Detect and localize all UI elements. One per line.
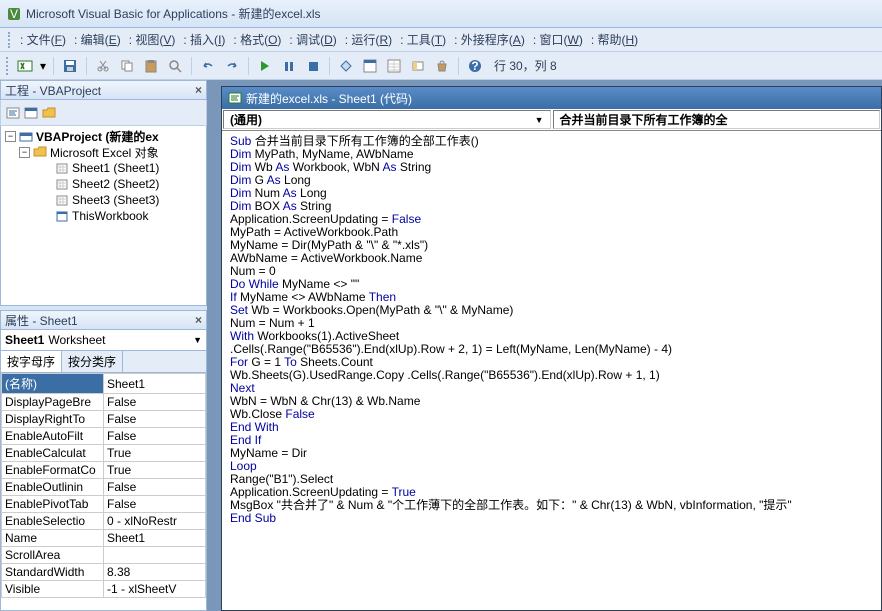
properties-icon[interactable] <box>383 55 405 77</box>
folder-icon[interactable] <box>41 105 57 121</box>
menu-t[interactable]: : 工具(T) <box>396 29 450 50</box>
property-row[interactable]: ScrollArea <box>2 547 206 564</box>
properties-pane-header: 属性 - Sheet1 × <box>0 310 207 330</box>
menubar: : 文件(F): 编辑(E): 视图(V): 插入(I): 格式(O): 调试(… <box>0 28 882 52</box>
code-icon <box>228 91 242 105</box>
procedure-dropdown[interactable]: 合并当前目录下所有工作簿的全 <box>553 110 881 129</box>
sheet-icon <box>54 177 70 191</box>
run-icon[interactable] <box>254 55 276 77</box>
svg-text:?: ? <box>471 59 478 73</box>
code-window-title: 新建的excel.xls - Sheet1 (代码) <box>246 90 412 107</box>
menu-o[interactable]: : 格式(O) <box>229 29 285 50</box>
menu-d[interactable]: : 调试(D) <box>285 29 340 50</box>
tree-project-root[interactable]: − VBAProject (新建的ex <box>3 128 204 144</box>
property-tabs: 按字母序 按分类序 <box>0 351 207 373</box>
menu-v[interactable]: : 视图(V) <box>125 29 180 50</box>
tree-excel-objects[interactable]: − Microsoft Excel 对象 <box>3 144 204 160</box>
mdi-area: 新建的excel.xls - Sheet1 (代码) (通用) ▼ 合并当前目录… <box>207 80 882 611</box>
property-row[interactable]: EnableFormatCoTrue <box>2 462 206 479</box>
code-selectors: (通用) ▼ 合并当前目录下所有工作簿的全 <box>222 109 881 131</box>
tab-categorized[interactable]: 按分类序 <box>62 351 123 372</box>
menubar-grip[interactable] <box>8 32 12 48</box>
chevron-down-icon: ▼ <box>535 115 544 125</box>
view-object-icon[interactable] <box>23 105 39 121</box>
property-row[interactable]: EnablePivotTabFalse <box>2 496 206 513</box>
property-row[interactable]: EnableCalculatTrue <box>2 445 206 462</box>
copy-icon[interactable] <box>116 55 138 77</box>
workbook-icon <box>54 209 70 223</box>
close-icon[interactable]: × <box>195 83 202 97</box>
project-explorer-icon[interactable] <box>359 55 381 77</box>
tree-item[interactable]: Sheet2 (Sheet2) <box>3 176 204 192</box>
dropdown-arrow-icon[interactable]: ▾ <box>38 55 48 77</box>
tree-item[interactable]: ThisWorkbook <box>3 208 204 224</box>
property-row[interactable]: Visible-1 - xlSheetV <box>2 581 206 598</box>
project-pane-title: 工程 - VBAProject <box>5 82 101 99</box>
tree-item[interactable]: Sheet3 (Sheet3) <box>3 192 204 208</box>
property-row[interactable]: EnableSelectio0 - xlNoRestr <box>2 513 206 530</box>
toolbar: ▾ ? 行 30，列 8 <box>0 52 882 80</box>
code-window-titlebar[interactable]: 新建的excel.xls - Sheet1 (代码) <box>222 87 881 109</box>
design-mode-icon[interactable] <box>335 55 357 77</box>
tab-alphabetical[interactable]: 按字母序 <box>1 351 62 372</box>
menu-h[interactable]: : 帮助(H) <box>587 29 642 50</box>
menu-w[interactable]: : 窗口(W) <box>529 29 587 50</box>
undo-icon[interactable] <box>197 55 219 77</box>
paste-icon[interactable] <box>140 55 162 77</box>
project-toolbar <box>0 100 207 126</box>
menu-a[interactable]: : 外接程序(A) <box>450 29 529 50</box>
chevron-down-icon: ▼ <box>193 335 202 345</box>
toolbar-grip[interactable] <box>6 57 10 75</box>
menu-e[interactable]: : 编辑(E) <box>70 29 125 50</box>
toolbox-icon[interactable] <box>431 55 453 77</box>
code-editor[interactable]: Sub 合并当前目录下所有工作簿的全部工作表()Dim MyPath, MyNa… <box>222 131 881 610</box>
svg-text:V: V <box>10 7 18 21</box>
left-pane: 工程 - VBAProject × − VBAProject (新建的ex − … <box>0 80 207 611</box>
save-icon[interactable] <box>59 55 81 77</box>
excel-icon[interactable] <box>14 55 36 77</box>
properties-pane-title: 属性 - Sheet1 <box>5 312 78 329</box>
pause-icon[interactable] <box>278 55 300 77</box>
property-grid[interactable]: (名称)Sheet1DisplayPageBreFalseDisplayRigh… <box>0 373 207 611</box>
view-code-icon[interactable] <box>5 105 21 121</box>
window-title: Microsoft Visual Basic for Applications … <box>26 5 321 22</box>
sheet-icon <box>54 161 70 175</box>
project-tree[interactable]: − VBAProject (新建的ex − Microsoft Excel 对象… <box>0 126 207 306</box>
object-browser-icon[interactable] <box>407 55 429 77</box>
stop-icon[interactable] <box>302 55 324 77</box>
cut-icon[interactable] <box>92 55 114 77</box>
property-row[interactable]: DisplayRightToFalse <box>2 411 206 428</box>
property-row[interactable]: DisplayPageBreFalse <box>2 394 206 411</box>
property-row[interactable]: EnableAutoFiltFalse <box>2 428 206 445</box>
menu-r[interactable]: : 运行(R) <box>341 29 396 50</box>
object-dropdown[interactable]: (通用) ▼ <box>223 110 551 129</box>
app-icon: V <box>6 6 22 22</box>
property-row[interactable]: NameSheet1 <box>2 530 206 547</box>
property-row[interactable]: EnableOutlininFalse <box>2 479 206 496</box>
window-titlebar: V Microsoft Visual Basic for Application… <box>0 0 882 28</box>
close-icon[interactable]: × <box>195 313 202 327</box>
property-row[interactable]: StandardWidth8.38 <box>2 564 206 581</box>
cursor-position: 行 30，列 8 <box>494 57 557 74</box>
find-icon[interactable] <box>164 55 186 77</box>
menu-i[interactable]: : 插入(I) <box>179 29 229 50</box>
tree-item[interactable]: Sheet1 (Sheet1) <box>3 160 204 176</box>
code-window: 新建的excel.xls - Sheet1 (代码) (通用) ▼ 合并当前目录… <box>221 86 882 611</box>
redo-icon[interactable] <box>221 55 243 77</box>
sheet-icon <box>54 193 70 207</box>
property-row[interactable]: (名称)Sheet1 <box>2 374 206 394</box>
menu-f[interactable]: : 文件(F) <box>16 29 70 50</box>
project-pane-header: 工程 - VBAProject × <box>0 80 207 100</box>
object-selector[interactable]: Sheet1 Worksheet ▼ <box>0 330 207 351</box>
help-icon[interactable]: ? <box>464 55 486 77</box>
